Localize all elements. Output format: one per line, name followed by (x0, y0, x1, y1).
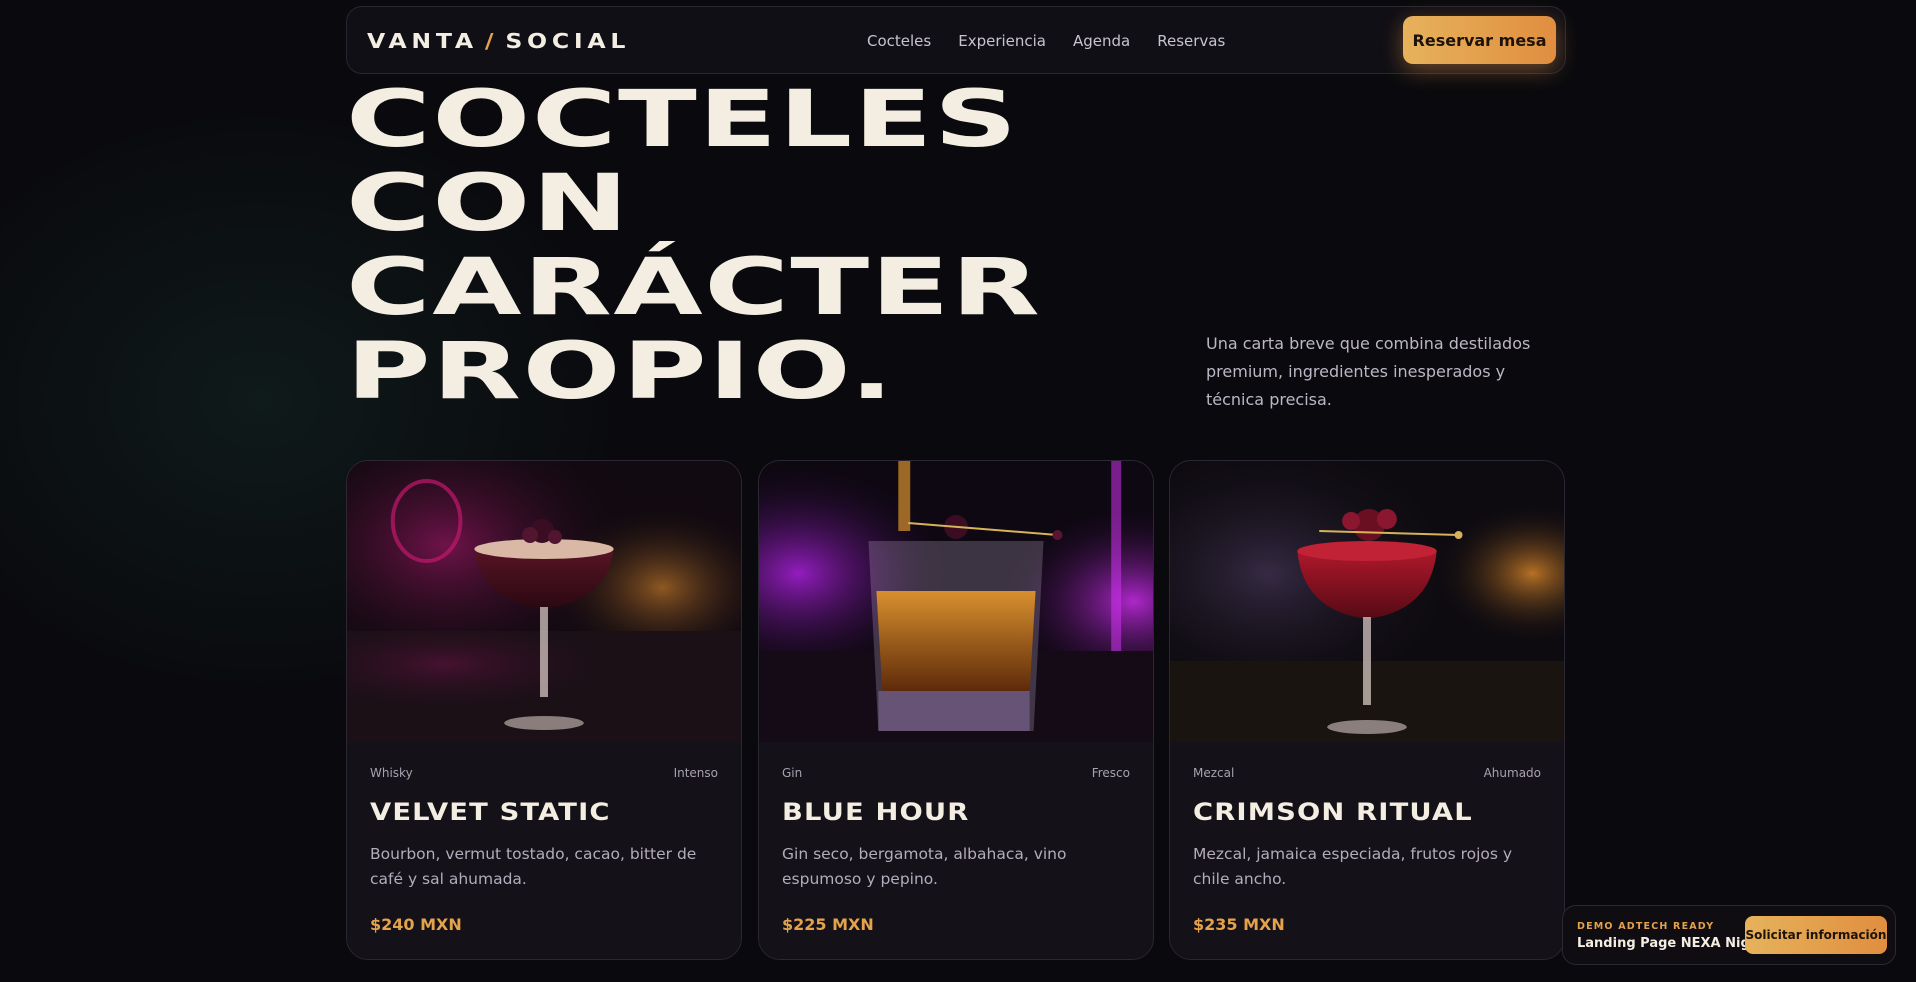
hero-line: CARÁCTER (346, 243, 1042, 333)
nav-link-reservas[interactable]: Reservas (1157, 32, 1225, 50)
cocktail-card-velvet-static[interactable]: Whisky Intenso VELVET STATIC Bourbon, ve… (346, 460, 742, 960)
logo-word-left: VANTA (367, 29, 478, 53)
profile-label: Fresco (1091, 766, 1130, 780)
badge-title: Landing Page NEXA Night (1577, 936, 1766, 951)
cocktail-photo-blue-hour (759, 461, 1153, 742)
nav-link-experiencia[interactable]: Experiencia (958, 32, 1046, 50)
hero-title: COCTELES CON CARÁCTER PROPIO. (346, 78, 1246, 414)
cocktail-card-blue-hour[interactable]: Gin Fresco BLUE HOUR Gin seco, bergamota… (758, 460, 1154, 960)
nav-links: Cocteles Experiencia Agenda Reservas (867, 32, 1225, 50)
cocktail-price: $225 MXN (782, 915, 874, 934)
reserve-table-button[interactable]: Reservar mesa (1403, 16, 1556, 64)
request-info-button[interactable]: Solicitar información (1745, 916, 1887, 954)
hero-line: COCTELES (346, 75, 1019, 165)
logo-slash: / (484, 29, 499, 53)
nav-link-agenda[interactable]: Agenda (1073, 32, 1130, 50)
cocktail-description: Bourbon, vermut tostado, cacao, bitter d… (370, 845, 697, 888)
cocktail-name: VELVET STATIC (370, 798, 611, 826)
cocktail-description: Gin seco, bergamota, albahaca, vino espu… (782, 845, 1067, 888)
logo-word-right: SOCIAL (505, 29, 631, 53)
demo-badge: DEMO ADTECH READY Landing Page NEXA Nigh… (1562, 905, 1896, 965)
nav-link-cocteles[interactable]: Cocteles (867, 32, 931, 50)
cocktail-name: CRIMSON RITUAL (1193, 798, 1473, 826)
card-body: Mezcal Ahumado CRIMSON RITUAL Mezcal, ja… (1170, 742, 1564, 959)
cocktail-description: Mezcal, jamaica especiada, frutos rojos … (1193, 845, 1513, 888)
profile-label: Ahumado (1483, 766, 1541, 780)
hero-line: CON (346, 159, 630, 249)
cocktail-price: $235 MXN (1193, 915, 1285, 934)
brand-logo[interactable]: VANTA / SOCIAL (367, 29, 630, 53)
cocktail-card-crimson-ritual[interactable]: Mezcal Ahumado CRIMSON RITUAL Mezcal, ja… (1169, 460, 1565, 960)
cocktail-photo-crimson-ritual (1170, 461, 1564, 742)
profile-label: Intenso (673, 766, 718, 780)
spirit-label: Mezcal (1193, 766, 1235, 780)
cocktail-name: BLUE HOUR (782, 798, 970, 826)
hero-description: Una carta breve que combina destilados p… (1206, 334, 1531, 409)
card-body: Gin Fresco BLUE HOUR Gin seco, bergamota… (759, 742, 1153, 959)
cocktail-photo-velvet-static (347, 461, 741, 742)
cocktail-price: $240 MXN (370, 915, 462, 934)
card-body: Whisky Intenso VELVET STATIC Bourbon, ve… (347, 742, 741, 959)
spirit-label: Gin (782, 766, 803, 780)
top-navbar: VANTA / SOCIAL Cocteles Experiencia Agenda… (346, 6, 1566, 74)
badge-tag: DEMO ADTECH READY (1577, 921, 1715, 932)
spirit-label: Whisky (370, 766, 413, 780)
